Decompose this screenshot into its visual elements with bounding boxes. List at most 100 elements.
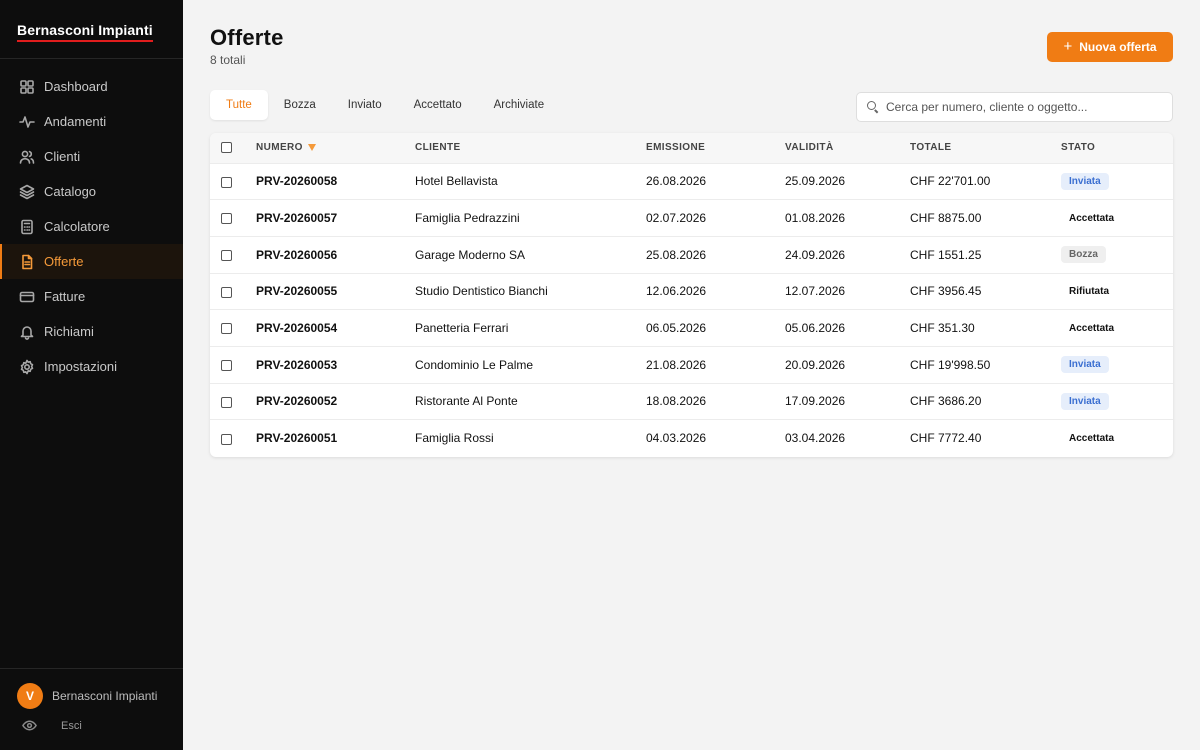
sidebar-nav: Dashboard Andamenti Clienti Catalogo Cal… — [0, 59, 183, 384]
row-checkbox[interactable] — [221, 323, 232, 335]
activity-line-icon — [19, 114, 35, 130]
offer-number[interactable]: PRV-20260053 — [256, 346, 415, 383]
row-checkbox[interactable] — [221, 250, 232, 262]
status-cell: Inviata — [1061, 383, 1173, 420]
offer-number[interactable]: PRV-20260056 — [256, 236, 415, 273]
status-cell: Bozza — [1061, 236, 1173, 273]
sidebar-item-label: Calcolatore — [44, 219, 110, 234]
sidebar-item-label: Fatture — [44, 289, 86, 304]
user-profile[interactable]: V Bernasconi Impianti — [17, 683, 183, 709]
table-row[interactable]: PRV-20260058 Hotel Bellavista 26.08.2026 25… — [210, 163, 1173, 200]
total-amount: CHF 1551.25 — [910, 247, 982, 262]
sidebar-item-dashboard[interactable]: Dashboard — [0, 69, 183, 104]
validity-date: 01.08.2026 — [785, 211, 846, 226]
row-checkbox[interactable] — [221, 360, 232, 372]
column-header-totale[interactable]: TOTALE — [910, 133, 1061, 163]
select-all-checkbox[interactable] — [221, 142, 232, 154]
tab-tutte[interactable]: Tutte — [210, 90, 268, 120]
eye-icon — [22, 720, 37, 731]
table-row[interactable]: PRV-20260055 Studio Dentistico Bianchi 12.… — [210, 273, 1173, 310]
logout-button[interactable]: Esci — [17, 718, 183, 733]
main-content: Offerte 8 totali + Nuova offerta Tutte B… — [183, 0, 1200, 750]
client-name: Panetteria Ferrari — [415, 321, 509, 336]
new-offer-button[interactable]: + Nuova offerta — [1047, 32, 1173, 62]
row-checkbox[interactable] — [221, 213, 232, 225]
status-cell: Accettata — [1061, 310, 1173, 347]
sidebar-item-label: Offerte — [44, 254, 84, 269]
sidebar-item-fatture[interactable]: Fatture — [0, 279, 183, 314]
client-name: Condominio Le Palme — [415, 357, 534, 372]
offer-number[interactable]: PRV-20260055 — [256, 273, 415, 310]
search-input[interactable] — [886, 100, 1166, 114]
tab-archiviate[interactable]: Archiviate — [478, 90, 561, 120]
status-badge: Inviata — [1061, 356, 1109, 374]
status-badge: Inviata — [1061, 392, 1109, 410]
row-select-cell — [210, 310, 256, 347]
column-header-cliente[interactable]: CLIENTE — [415, 133, 646, 163]
offer-number[interactable]: PRV-20260052 — [256, 383, 415, 420]
validity-date: 24.09.2026 — [785, 247, 846, 262]
sidebar-item-richiami[interactable]: Richiami — [0, 314, 183, 349]
row-select-cell — [210, 163, 256, 200]
table-row[interactable]: PRV-20260052 Ristorante Al Ponte 18.08.202… — [210, 383, 1173, 420]
status-badge: Bozza — [1061, 246, 1106, 264]
sidebar-item-andamenti[interactable]: Andamenti — [0, 104, 183, 139]
client-name: Hotel Bellavista — [415, 174, 498, 189]
offer-number[interactable]: PRV-20260057 — [256, 200, 415, 237]
offer-number[interactable]: PRV-20260054 — [256, 310, 415, 347]
offer-number[interactable]: PRV-20260058 — [256, 163, 415, 200]
row-checkbox[interactable] — [221, 176, 232, 188]
row-select-cell — [210, 383, 256, 420]
sidebar-footer: V Bernasconi Impianti Esci — [0, 668, 183, 750]
tab-bozza[interactable]: Bozza — [268, 90, 332, 120]
document-icon — [19, 254, 35, 270]
sidebar-item-label: Clienti — [44, 149, 81, 164]
total-amount: CHF 3686.20 — [910, 394, 982, 409]
credit-card-icon — [19, 289, 35, 305]
column-header-numero[interactable]: NUMERO — [256, 133, 415, 163]
users-icon — [19, 149, 35, 165]
sidebar-item-catalogo[interactable]: Catalogo — [0, 174, 183, 209]
sidebar-item-clienti[interactable]: Clienti — [0, 139, 183, 174]
row-checkbox[interactable] — [221, 396, 232, 408]
status-badge: Accettata — [1069, 432, 1115, 444]
column-header-validita[interactable]: VALIDITÀ — [785, 133, 910, 163]
table-row[interactable]: PRV-20260057 Famiglia Pedrazzini 02.07.202… — [210, 199, 1173, 237]
column-header-stato[interactable]: STATO — [1061, 133, 1173, 163]
sidebar-item-label: Impostazioni — [44, 359, 117, 374]
row-select-cell — [210, 273, 256, 310]
table-row[interactable]: PRV-20260056 Garage Moderno SA 25.08.2026 2… — [210, 236, 1173, 273]
sidebar-item-label: Dashboard — [44, 79, 108, 94]
sidebar-item-label: Richiami — [44, 324, 94, 339]
validity-date: 25.09.2026 — [785, 174, 846, 189]
client-name: Ristorante Al Ponte — [415, 394, 518, 409]
validity-date: 12.07.2026 — [785, 284, 846, 299]
select-all-cell — [210, 133, 256, 163]
issue-date: 06.05.2026 — [646, 321, 707, 336]
tab-accettato[interactable]: Accettato — [398, 90, 478, 120]
tab-inviato[interactable]: Inviato — [332, 90, 398, 120]
row-select-cell — [210, 420, 256, 457]
total-amount: CHF 351.30 — [910, 321, 975, 336]
user-name: Bernasconi Impianti — [52, 689, 158, 703]
avatar: V — [17, 683, 43, 709]
offer-number[interactable]: PRV-20260051 — [256, 420, 415, 457]
column-header-emissione[interactable]: EMISSIONE — [646, 133, 785, 163]
status-cell: Rifiutata — [1061, 273, 1173, 310]
row-checkbox[interactable] — [221, 433, 232, 445]
table-row[interactable]: PRV-20260054 Panetteria Ferrari 06.05.2026… — [210, 309, 1173, 347]
status-cell: Inviata — [1061, 346, 1173, 383]
table-row[interactable]: PRV-20260053 Condominio Le Palme 21.08.202… — [210, 346, 1173, 383]
status-badge: Inviata — [1061, 172, 1109, 190]
row-checkbox[interactable] — [221, 286, 232, 298]
gear-icon — [19, 359, 35, 375]
table-row[interactable]: PRV-20260051 Famiglia Rossi 04.03.2026 03.0… — [210, 419, 1173, 457]
sidebar-item-label: Andamenti — [44, 114, 107, 129]
validity-date: 20.09.2026 — [785, 357, 846, 372]
total-amount: CHF 19'998.50 — [910, 357, 991, 372]
client-name: Garage Moderno SA — [415, 247, 526, 262]
sidebar-item-calcolatore[interactable]: Calcolatore — [0, 209, 183, 244]
sidebar-item-offerte[interactable]: Offerte — [0, 244, 183, 279]
sidebar-item-impostazioni[interactable]: Impostazioni — [0, 349, 183, 384]
issue-date: 25.08.2026 — [646, 247, 707, 262]
